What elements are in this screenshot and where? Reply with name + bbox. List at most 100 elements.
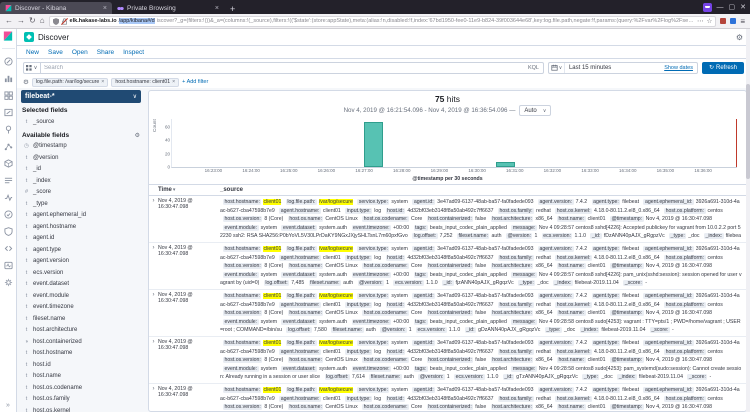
doc-field-key: _index: bbox=[553, 280, 573, 286]
nav-dashboard-icon[interactable] bbox=[3, 90, 13, 100]
menu-save[interactable]: Save bbox=[48, 49, 63, 56]
available-fields-heading: Available fields ⚙ bbox=[22, 132, 140, 139]
menu-new[interactable]: New bbox=[26, 49, 39, 56]
nav-machine-learning-icon[interactable] bbox=[3, 141, 13, 151]
field-item[interactable]: t_type bbox=[21, 198, 141, 210]
extension-icon[interactable] bbox=[730, 18, 736, 24]
time-picker[interactable]: ∨ Last 15 minutes Show dates bbox=[548, 62, 698, 74]
field-item[interactable]: thost.os.kernel bbox=[21, 405, 141, 412]
field-item[interactable]: ◑host.containerized bbox=[21, 336, 141, 348]
tab-close-icon[interactable]: × bbox=[215, 5, 219, 12]
home-icon[interactable]: ⌂ bbox=[40, 17, 45, 25]
interval-select[interactable]: Auto ∨ bbox=[519, 105, 551, 116]
nav-logs-icon[interactable] bbox=[3, 175, 13, 185]
filter-settings-gear-icon[interactable]: ⚙ bbox=[23, 78, 29, 86]
y-axis-tick: 40 bbox=[165, 138, 170, 143]
expand-row-icon[interactable]: › bbox=[149, 292, 158, 335]
field-item[interactable]: ◷@timestamp bbox=[21, 141, 141, 153]
expand-row-icon[interactable]: › bbox=[149, 339, 158, 382]
browser-menu-icon[interactable]: ≡ bbox=[740, 17, 745, 26]
menu-share[interactable]: Share bbox=[97, 49, 114, 56]
histogram-chart[interactable]: Count 020406016:23:0016:24:0016:25:0016:… bbox=[155, 118, 740, 182]
add-filter-link[interactable]: + Add filter bbox=[182, 79, 208, 85]
index-pattern-selector[interactable]: filebeat-* ∨ bbox=[21, 90, 141, 103]
nav-stack-monitoring-icon[interactable] bbox=[3, 260, 13, 270]
menu-inspect[interactable]: Inspect bbox=[123, 49, 144, 56]
page-actions-icon[interactable]: ⋯ bbox=[697, 17, 704, 25]
help-gear-icon[interactable]: ⚙ bbox=[736, 33, 743, 42]
expand-row-icon[interactable]: › bbox=[149, 245, 158, 288]
window-maximize-button[interactable]: ▢ bbox=[729, 3, 736, 11]
field-settings-gear-icon[interactable]: ⚙ bbox=[135, 132, 140, 139]
expand-row-icon[interactable]: › bbox=[149, 386, 158, 412]
tab-private[interactable]: Private Browsing × bbox=[112, 2, 224, 14]
refresh-button[interactable]: ↻ Refresh bbox=[702, 62, 744, 74]
shield-icon[interactable] bbox=[53, 18, 59, 25]
dock-navigation-icon[interactable]: » bbox=[6, 402, 10, 409]
field-item[interactable]: t@version bbox=[21, 152, 141, 164]
nav-siem-icon[interactable] bbox=[3, 226, 13, 236]
bookmark-star-icon[interactable]: ☆ bbox=[707, 17, 713, 25]
menu-open[interactable]: Open bbox=[72, 49, 88, 56]
field-item[interactable]: tevent.module bbox=[21, 290, 141, 302]
doc-field-key: host.name: bbox=[557, 404, 586, 410]
expand-row-icon[interactable]: › bbox=[149, 198, 158, 241]
field-item[interactable]: thost.os.family bbox=[21, 394, 141, 406]
field-item[interactable]: tfileset.name bbox=[21, 313, 141, 325]
nav-infrastructure-icon[interactable] bbox=[3, 158, 13, 168]
field-item[interactable]: tagent.hostname bbox=[21, 221, 141, 233]
search-input[interactable] bbox=[41, 65, 528, 71]
tab-close-icon[interactable]: × bbox=[103, 5, 107, 12]
nav-discover-icon[interactable] bbox=[3, 56, 13, 66]
insecure-lock-icon[interactable] bbox=[61, 18, 68, 25]
nav-maps-icon[interactable] bbox=[3, 124, 13, 134]
nav-uptime-icon[interactable] bbox=[3, 209, 13, 219]
kql-label[interactable]: KQL bbox=[528, 65, 543, 71]
field-item[interactable]: thost.os.codename bbox=[21, 382, 141, 394]
tab-kibana[interactable]: Discover - Kibana × bbox=[0, 2, 112, 14]
field-item[interactable]: tagent.type bbox=[21, 244, 141, 256]
nav-canvas-icon[interactable] bbox=[3, 107, 13, 117]
field-item[interactable]: #_score bbox=[21, 187, 141, 199]
field-item[interactable]: tecs.version bbox=[21, 267, 141, 279]
nav-visualize-icon[interactable] bbox=[3, 73, 13, 83]
field-item[interactable]: thost.name bbox=[21, 371, 141, 383]
nav-management-icon[interactable] bbox=[3, 277, 13, 287]
field-item[interactable]: t_id bbox=[21, 164, 141, 176]
field-item[interactable]: tagent.version bbox=[21, 256, 141, 268]
histogram-bar[interactable] bbox=[496, 162, 515, 167]
doc-field-value: 7,485 bbox=[291, 280, 304, 286]
field-item[interactable]: t_source bbox=[21, 116, 141, 128]
field-item[interactable]: tevent.dataset bbox=[21, 279, 141, 291]
time-range-value[interactable]: Last 15 minutes bbox=[565, 65, 611, 71]
filter-pill[interactable]: log.file.path: /var/log/secure× bbox=[32, 78, 108, 87]
saved-query-menu-button[interactable]: ∨ bbox=[24, 63, 41, 73]
forward-icon[interactable]: → bbox=[17, 17, 25, 25]
field-item[interactable]: thost.hostname bbox=[21, 348, 141, 360]
field-item[interactable]: thost.architecture bbox=[21, 325, 141, 337]
show-dates-link[interactable]: Show dates bbox=[664, 65, 697, 71]
url-bar[interactable]: elk.hakase-labs.io/app/kibana#/discover?… bbox=[49, 16, 717, 27]
doc-field-value: 8 (Core) bbox=[264, 357, 283, 363]
remove-filter-icon[interactable]: × bbox=[172, 79, 175, 85]
filter-pill[interactable]: host.hostname: client01× bbox=[111, 78, 179, 87]
field-item[interactable]: t_index bbox=[21, 175, 141, 187]
field-item[interactable]: tevent.timezone bbox=[21, 302, 141, 314]
field-item[interactable]: tagent.id bbox=[21, 233, 141, 245]
nav-dev-tools-icon[interactable] bbox=[3, 243, 13, 253]
back-icon[interactable]: ← bbox=[5, 17, 13, 25]
field-item[interactable]: thost.id bbox=[21, 359, 141, 371]
window-close-button[interactable]: ✕ bbox=[740, 3, 746, 11]
time-column-header[interactable]: Time bbox=[158, 187, 220, 193]
window-minimize-button[interactable]: — bbox=[717, 4, 724, 11]
reload-icon[interactable]: ↻ bbox=[29, 17, 36, 25]
nav-apm-icon[interactable] bbox=[3, 192, 13, 202]
doc-field-key: ecs.version: bbox=[542, 233, 573, 239]
field-item[interactable]: tagent.ephemeral_id bbox=[21, 210, 141, 222]
page-scrollbar[interactable] bbox=[746, 29, 750, 412]
histogram-bar[interactable] bbox=[364, 122, 383, 167]
remove-filter-icon[interactable]: × bbox=[101, 79, 104, 85]
new-tab-button[interactable]: + bbox=[224, 4, 241, 14]
scrollbar-thumb[interactable] bbox=[746, 84, 750, 179]
extension-icon[interactable] bbox=[720, 18, 726, 24]
